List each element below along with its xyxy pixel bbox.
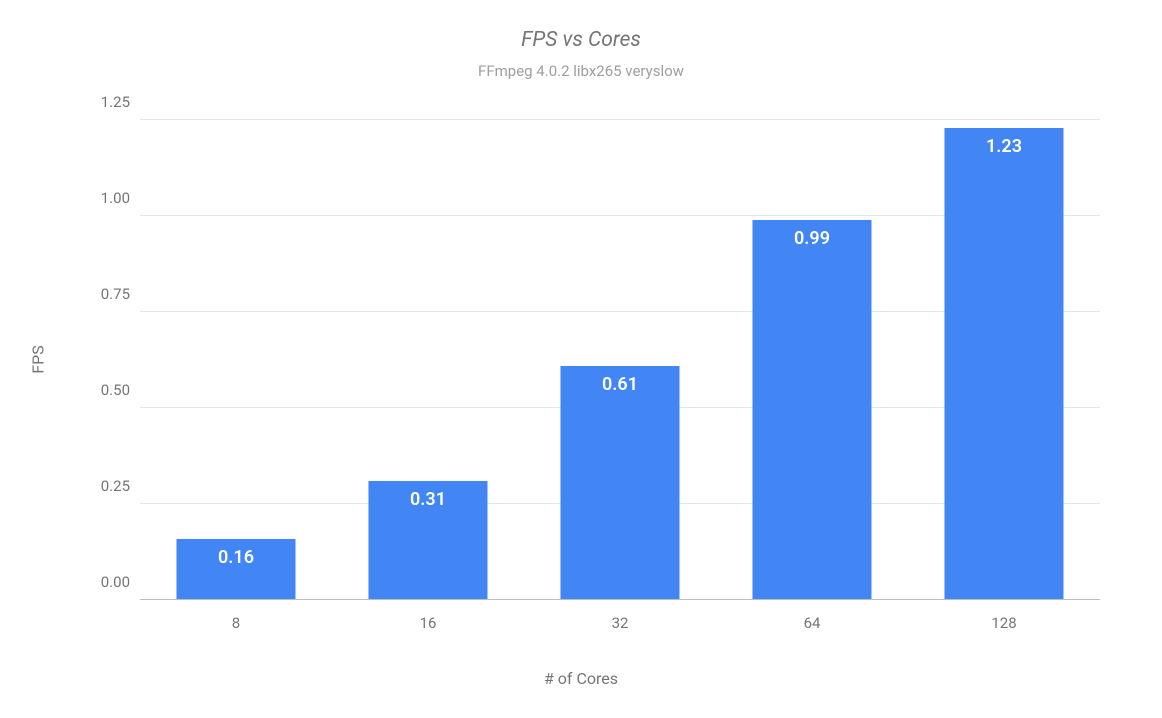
bar-value-label: 0.99 [752,228,871,249]
bar: 0.99 [752,220,871,600]
x-axis-label: # of Cores [0,669,1162,688]
bar-slot: 0.16 8 [140,120,332,600]
chart-subtitle: FFmpeg 4.0.2 libx265 veryslow [0,62,1162,80]
x-tick-label: 128 [908,614,1100,632]
bar: 0.31 [368,481,487,600]
bar-value-label: 1.23 [944,136,1063,157]
bar-slot: 1.23 128 [908,120,1100,600]
y-tick-label: 1.00 [70,189,130,207]
bars-group: 0.16 8 0.31 16 0.61 32 0.99 64 [140,120,1100,600]
x-axis-line [140,599,1100,600]
y-tick-label: 1.25 [70,93,130,111]
bar-value-label: 0.61 [560,374,679,395]
bar: 1.23 [944,128,1063,600]
x-tick-label: 16 [332,614,524,632]
bar-value-label: 0.31 [368,489,487,510]
x-tick-label: 32 [524,614,716,632]
x-tick-label: 8 [140,614,332,632]
bar-value-label: 0.16 [176,547,295,568]
bar-slot: 0.31 16 [332,120,524,600]
bar-slot: 0.99 64 [716,120,908,600]
chart-title: FPS vs Cores [0,28,1162,52]
y-tick-label: 0.00 [70,573,130,591]
bar: 0.16 [176,539,295,600]
y-axis-label: FPS [24,0,52,718]
x-tick-label: 64 [716,614,908,632]
y-tick-label: 0.25 [70,477,130,495]
bar-slot: 0.61 32 [524,120,716,600]
chart-container: FPS vs Cores FFmpeg 4.0.2 libx265 verysl… [0,0,1162,718]
bar: 0.61 [560,366,679,600]
plot-area: 1.25 1.00 0.75 0.50 0.25 0.00 0.16 8 0.3… [140,120,1100,600]
y-tick-label: 0.75 [70,285,130,303]
y-tick-label: 0.50 [70,381,130,399]
